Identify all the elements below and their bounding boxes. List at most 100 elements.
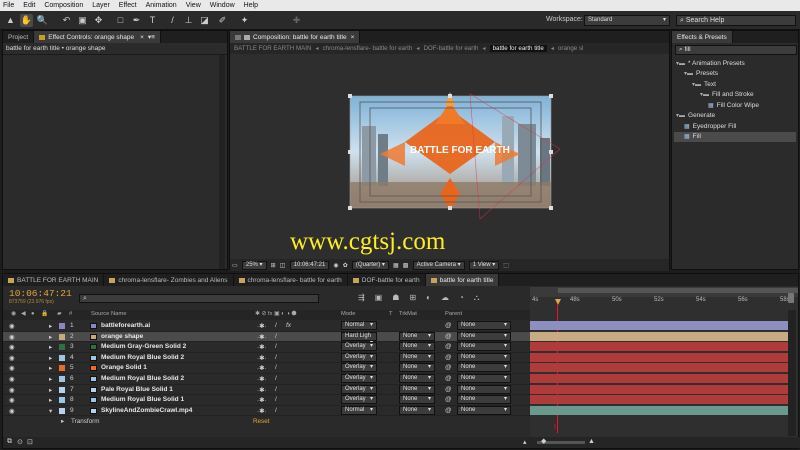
- transform-reset-link[interactable]: Reset: [253, 418, 269, 425]
- layer-duration-bar[interactable]: [530, 352, 792, 362]
- menu-item-window[interactable]: Window: [210, 2, 235, 9]
- quality-switch-icon[interactable]: /: [275, 386, 277, 393]
- region-icon[interactable]: ▦: [393, 262, 399, 269]
- layer-row[interactable]: ◉ ▸ 3 Medium Gray-Green Solid 2 ·✱· / Overlay ▾…: [3, 342, 530, 353]
- shy-switch-icon[interactable]: ·✱·: [257, 333, 267, 341]
- column-source-name[interactable]: Source Name: [91, 311, 126, 317]
- search-help-input[interactable]: ⌕ Search Help: [676, 15, 796, 26]
- layer-duration-bar[interactable]: [530, 321, 792, 330]
- layer-name[interactable]: Medium Gray-Green Solid 2: [101, 343, 186, 350]
- pickwhip-icon[interactable]: @: [445, 322, 452, 329]
- timeline-search-input[interactable]: ⌕: [79, 294, 319, 303]
- brainstorm-icon[interactable]: ☁: [441, 293, 449, 303]
- menu-item-edit[interactable]: Edit: [23, 2, 35, 9]
- mode-select[interactable]: Hard Ligh▾: [341, 331, 377, 346]
- layer-name[interactable]: orange shape: [101, 333, 143, 340]
- layer-name[interactable]: Pale Royal Blue Solid 1: [101, 386, 173, 393]
- trkmat-select[interactable]: None ▾: [399, 374, 435, 383]
- shy-switch-icon[interactable]: ·✱·: [257, 386, 267, 394]
- effects-tree-item[interactable]: ▦ Fill: [674, 131, 796, 142]
- expand-arrow-icon[interactable]: ▸: [49, 333, 52, 341]
- time-ruler[interactable]: 4s 48s 50s 52s 54s 56s 58s: [530, 297, 798, 307]
- timeline-tab[interactable]: battle for earth title: [425, 274, 500, 286]
- layer-name[interactable]: Orange Solid 1: [101, 364, 147, 371]
- layer-name[interactable]: SkylineAndZombieCrawl.mp4: [101, 407, 192, 414]
- menu-item-animation[interactable]: Animation: [146, 2, 177, 9]
- graph-editor-icon[interactable]: ◔: [459, 293, 464, 303]
- effects-tree-item[interactable]: ▦ Eyedropper Fill: [674, 121, 796, 132]
- layer-duration-bar[interactable]: [530, 342, 792, 352]
- shy-switch-icon[interactable]: ·✱·: [257, 354, 267, 362]
- trkmat-select[interactable]: None ▾: [399, 384, 435, 394]
- breadcrumb-main[interactable]: BATTLE FOR EARTH MAIN: [234, 45, 311, 52]
- auto-keyframe-icon[interactable]: ⛬: [474, 293, 480, 303]
- label-color-swatch[interactable]: [59, 365, 65, 372]
- trkmat-select[interactable]: None ▾: [399, 405, 435, 415]
- quality-switch-icon[interactable]: /: [275, 375, 277, 382]
- timeline-scrollbar[interactable]: [788, 310, 796, 436]
- breadcrumb-chroma[interactable]: chroma-lensflare- battle for earth: [323, 45, 413, 52]
- shy-switch-icon[interactable]: ·✱·: [257, 407, 267, 415]
- layer-name[interactable]: battleforearth.ai: [101, 322, 150, 329]
- effects-tree-item[interactable]: ▾▬ Presets: [674, 69, 796, 80]
- zoom-slider-thumb[interactable]: ◆: [541, 437, 546, 445]
- timeline-timecode[interactable]: 10:06:47:21: [9, 288, 72, 299]
- time-graph[interactable]: 4s 48s 50s 52s 54s 56s 58s I: [530, 287, 798, 437]
- expand-arrow-icon[interactable]: ▸: [49, 343, 52, 351]
- tab-composition[interactable]: Composition: battle for earth title ×: [230, 31, 361, 43]
- shy-layers-icon[interactable]: ☗: [392, 293, 399, 303]
- pickwhip-icon[interactable]: @: [445, 354, 452, 361]
- zoom-in-icon[interactable]: ▲: [588, 438, 595, 445]
- pickwhip-icon[interactable]: @: [445, 343, 452, 350]
- parent-select[interactable]: None ▾: [457, 374, 511, 383]
- expand-arrow-icon[interactable]: ▸: [49, 386, 52, 394]
- frame-blending-icon[interactable]: ⊞: [409, 293, 416, 303]
- parent-select[interactable]: None ▾: [457, 363, 511, 373]
- toggle-modes-icon[interactable]: ⊙: [17, 438, 23, 446]
- timeline-tab[interactable]: chroma-lensflare- battle for earth: [234, 274, 348, 286]
- close-icon[interactable]: ×: [140, 34, 144, 41]
- shy-switch-icon[interactable]: ·✱·: [257, 364, 267, 372]
- menu-item-effect[interactable]: Effect: [119, 2, 137, 9]
- camera-tool-icon[interactable]: ▣: [76, 14, 89, 27]
- quality-switch-icon[interactable]: /: [275, 396, 277, 403]
- comp-mini-flowchart-icon[interactable]: ⇶: [358, 293, 365, 303]
- roto-brush-tool-icon[interactable]: ✐: [216, 14, 229, 27]
- tab-effect-controls[interactable]: Effect Controls: orange shape × ▾≡: [34, 31, 161, 43]
- pickwhip-icon[interactable]: @: [445, 407, 452, 414]
- parent-select[interactable]: None ▾: [457, 384, 511, 394]
- grid-icon[interactable]: ⊞: [271, 262, 276, 269]
- eye-icon[interactable]: ◉: [9, 322, 15, 330]
- parent-select[interactable]: None ▾: [457, 342, 511, 352]
- timeline-tab[interactable]: DOF-battle for earth: [348, 274, 426, 286]
- timeline-tab[interactable]: chroma-lensflare- Zombies and Aliens: [104, 274, 234, 286]
- effects-search-input[interactable]: ⌕ fill: [675, 45, 797, 55]
- parent-select[interactable]: None ▾: [457, 331, 511, 341]
- puppet-tool-icon[interactable]: ✦: [238, 14, 251, 27]
- shy-switch-icon[interactable]: ·✱·: [257, 396, 267, 404]
- layer-row[interactable]: ◉ ▸ 8 Medium Royal Blue Solid 1 ·✱· / Overlay ▾…: [3, 395, 530, 406]
- layer-row[interactable]: ◉ ▸ 2 orange shape ·✱· / Hard Ligh▾ None▾ @ None▾: [3, 331, 530, 346]
- hand-tool-icon[interactable]: ✋: [20, 14, 33, 27]
- zoom-out-icon[interactable]: ▴: [523, 438, 527, 446]
- layer-row[interactable]: ◉ ▸ 4 Medium Royal Blue Solid 2 ·✱· / Overlay ▾…: [3, 352, 530, 364]
- pickwhip-icon[interactable]: @: [445, 386, 452, 393]
- playhead-marker-icon[interactable]: [555, 299, 561, 305]
- eraser-tool-icon[interactable]: ◪: [198, 14, 211, 27]
- fx-switch-icon[interactable]: fx: [286, 322, 291, 329]
- layer-duration-bar[interactable]: [530, 374, 792, 383]
- label-color-swatch[interactable]: [59, 376, 65, 382]
- layer-duration-bar[interactable]: [530, 395, 792, 405]
- panel-menu-icon[interactable]: ▾≡: [148, 33, 155, 41]
- menu-item-composition[interactable]: Composition: [44, 2, 83, 9]
- effects-tree-item[interactable]: ▦ Fill Color Wipe: [674, 100, 796, 111]
- clone-tool-icon[interactable]: ⊥: [182, 14, 195, 27]
- quality-switch-icon[interactable]: /: [275, 343, 277, 350]
- effects-tree-item[interactable]: ▾▬ Generate: [674, 111, 796, 122]
- breadcrumb-title[interactable]: battle for earth title: [489, 45, 547, 52]
- layer-name[interactable]: Medium Royal Blue Solid 1: [101, 396, 184, 403]
- layer-duration-bar[interactable]: [530, 384, 792, 394]
- pickwhip-icon[interactable]: @: [445, 333, 452, 340]
- expand-arrow-icon[interactable]: ▸: [49, 396, 52, 404]
- quality-switch-icon[interactable]: /: [275, 354, 277, 361]
